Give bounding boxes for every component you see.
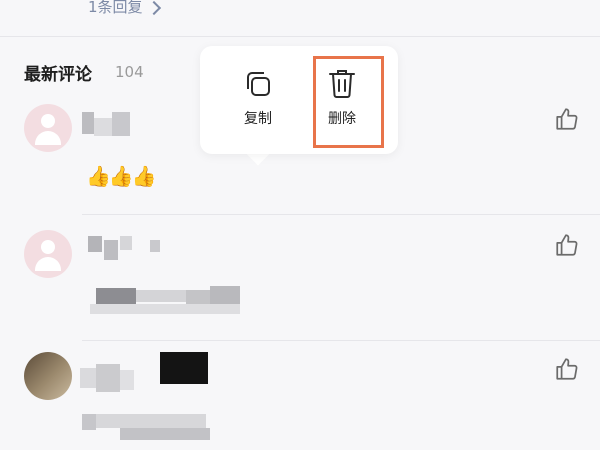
view-replies-link[interactable]: 1条回复 [88, 0, 161, 17]
avatar[interactable] [24, 104, 72, 152]
blurred-comment-text [96, 288, 136, 304]
copy-label: 复制 [244, 111, 272, 127]
blurred-username[interactable] [82, 112, 94, 134]
copy-button[interactable]: 复制 [228, 68, 288, 128]
latest-comments-title: 最新评论 [24, 65, 92, 85]
avatar[interactable] [24, 352, 72, 400]
view-replies-label: 1条回复 [88, 0, 143, 16]
like-icon[interactable] [554, 232, 580, 258]
blurred-badge [160, 352, 208, 384]
avatar[interactable] [24, 230, 72, 278]
divider [82, 340, 600, 341]
comment-text: 👍👍👍 [86, 164, 157, 188]
highlight-box [313, 56, 384, 148]
blurred-username[interactable] [80, 368, 96, 388]
copy-icon [247, 72, 270, 96]
blurred-username[interactable] [88, 236, 102, 252]
divider [82, 214, 600, 215]
chevron-right-icon [146, 0, 161, 15]
like-icon[interactable] [554, 106, 580, 132]
divider [0, 36, 600, 37]
like-icon[interactable] [554, 356, 580, 382]
comment-count: 104 [115, 63, 144, 81]
blurred-comment-text [82, 414, 96, 430]
